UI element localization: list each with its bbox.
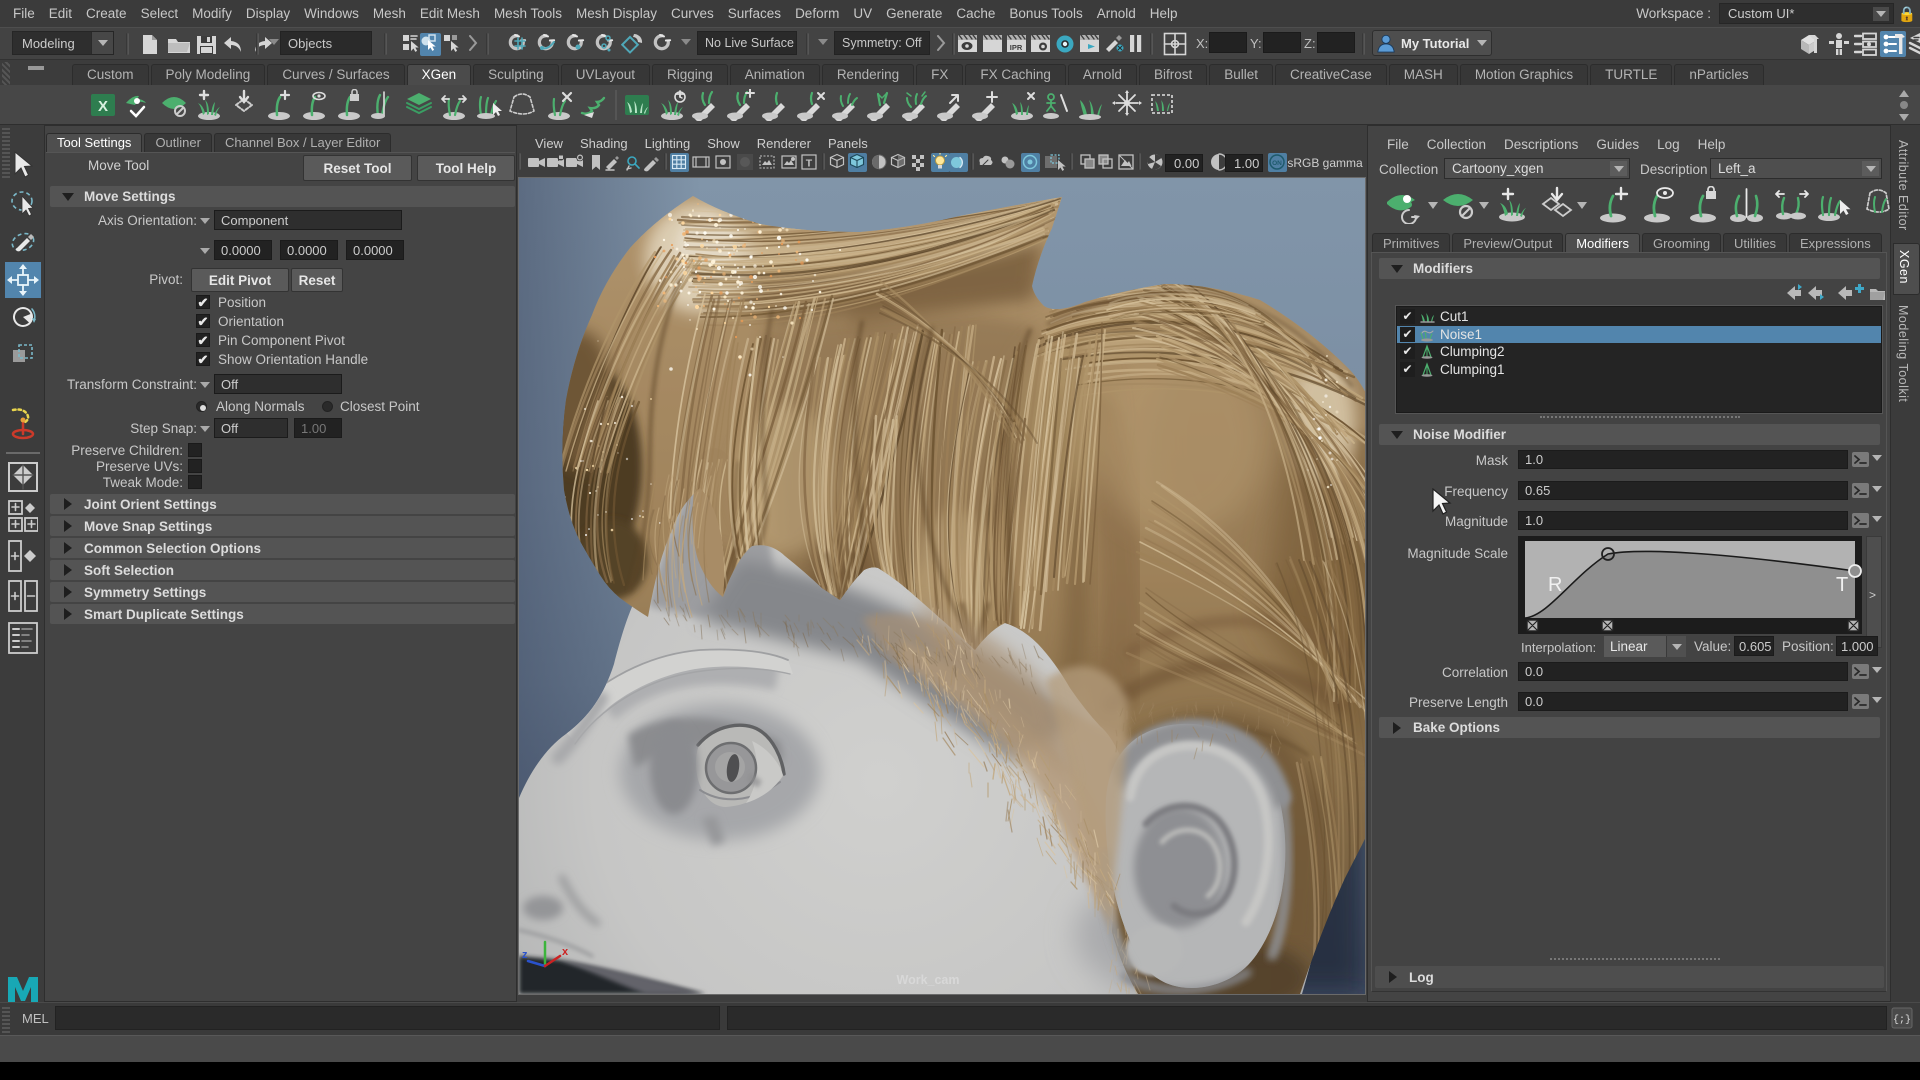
- svg-text:Work_cam: Work_cam: [897, 973, 960, 987]
- svg-text:z: z: [522, 949, 528, 961]
- svg-text:T: T: [806, 158, 813, 170]
- svg-text:IPR: IPR: [1010, 43, 1023, 52]
- svg-text:{;}: {;}: [1893, 1014, 1911, 1026]
- svg-text:T: T: [1836, 574, 1848, 596]
- svg-text:ON: ON: [1272, 160, 1282, 167]
- svg-text:x: x: [562, 946, 569, 958]
- svg-text:R: R: [1548, 574, 1562, 596]
- svg-text:X: X: [98, 98, 108, 115]
